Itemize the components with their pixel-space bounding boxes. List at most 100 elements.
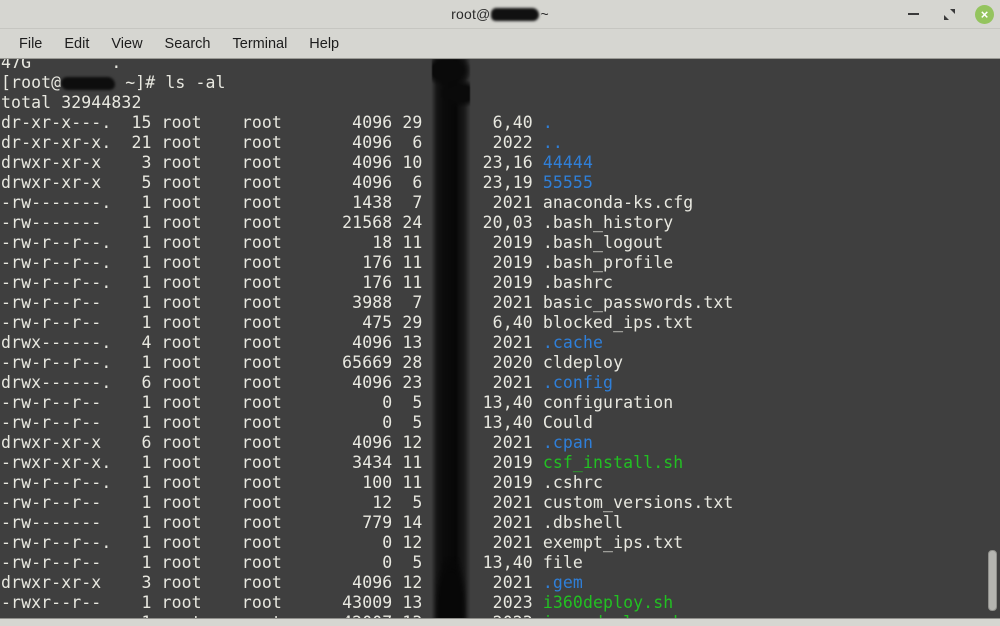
row-month-hidden xyxy=(422,473,482,492)
row-meta: drwxr-xr-x 5 root root 4096 6 xyxy=(1,173,423,192)
table-row: -rw-r--r-- 1 root root 12 5 2021 custom_… xyxy=(0,493,1000,513)
row-filename: . xyxy=(542,113,553,132)
row-month-hidden xyxy=(422,273,482,292)
table-row: dr-xr-x---. 15 root root 4096 29 6,40 . xyxy=(0,113,1000,133)
row-filename: .bashrc xyxy=(542,273,614,292)
row-month-hidden xyxy=(422,173,482,192)
terminal-screen[interactable]: 47G . [root@ ~]# ls -al total 32944832 dr-x… xyxy=(0,59,1000,626)
table-row: -rw-r--r--. 1 root root 18 11 2019 .bash… xyxy=(0,233,1000,253)
prompt-hostname-redaction xyxy=(61,77,116,90)
row-time: 2022 xyxy=(482,133,543,152)
table-row: drwxr-xr-x 5 root root 4096 6 23,19 5555… xyxy=(0,173,1000,193)
row-time: 13,40 xyxy=(482,553,543,572)
row-meta: drwx------. 4 root root 4096 13 xyxy=(1,333,423,352)
table-row: -rwxr--r-- 1 root root 43009 13 2023 i36… xyxy=(0,593,1000,613)
prompt-prefix: [root@ xyxy=(1,73,62,92)
row-time: 2021 xyxy=(482,333,543,352)
row-month-hidden xyxy=(422,113,482,132)
row-month-hidden xyxy=(422,533,482,552)
minimize-icon[interactable] xyxy=(903,4,923,24)
row-meta: -rw-r--r--. 1 root root 0 12 xyxy=(1,533,423,552)
row-meta: -rw-r--r--. 1 root root 176 11 xyxy=(1,253,423,272)
row-month-hidden xyxy=(422,413,482,432)
row-filename: file xyxy=(542,553,583,572)
menu-item-search[interactable]: Search xyxy=(154,33,222,55)
row-meta: dr-xr-x---. 15 root root 4096 29 xyxy=(1,113,423,132)
scrollback-partial-line: 47G . xyxy=(0,59,1000,73)
row-meta: -rw-r--r-- 1 root root 0 5 xyxy=(1,553,423,572)
row-time: 2019 xyxy=(482,233,543,252)
row-meta: -rwxr-xr-x. 1 root root 3434 11 xyxy=(1,453,423,472)
menu-item-help[interactable]: Help xyxy=(298,33,350,55)
row-meta: -rw-r--r-- 1 root root 3988 7 xyxy=(1,293,423,312)
terminal-output: 47G . [root@ ~]# ls -al total 32944832 dr-x… xyxy=(0,59,1000,626)
table-row: dr-xr-xr-x. 21 root root 4096 6 2022 .. xyxy=(0,133,1000,153)
row-month-hidden xyxy=(422,353,482,372)
table-row: -rw-r--r--. 1 root root 176 11 2019 .bas… xyxy=(0,273,1000,293)
row-time: 2021 xyxy=(482,433,543,452)
window-title-suffix: ~ xyxy=(540,6,549,22)
table-row: -rw------- 1 root root 779 14 2021 .dbsh… xyxy=(0,513,1000,533)
total-line: total 32944832 xyxy=(0,93,1000,113)
row-filename: cldeploy xyxy=(542,353,624,372)
row-time: 2021 xyxy=(482,373,543,392)
row-filename: 55555 xyxy=(542,173,593,192)
maximize-icon[interactable] xyxy=(939,4,959,24)
row-meta: dr-xr-xr-x. 21 root root 4096 6 xyxy=(1,133,423,152)
menu-item-terminal[interactable]: Terminal xyxy=(222,33,299,55)
close-button[interactable]: × xyxy=(975,4,994,24)
row-time: 20,03 xyxy=(482,213,543,232)
row-meta: -rw-r--r-- 1 root root 475 29 xyxy=(1,313,423,332)
row-filename: .. xyxy=(542,133,563,152)
row-meta: -rw-r--r-- 1 root root 0 5 xyxy=(1,413,423,432)
row-time: 2021 xyxy=(482,493,543,512)
menu-item-file[interactable]: File xyxy=(8,33,53,55)
row-meta: -rw-------. 1 root root 1438 7 xyxy=(1,193,423,212)
menu-item-edit[interactable]: Edit xyxy=(53,33,100,55)
row-filename: .cpan xyxy=(542,433,593,452)
row-time: 13,40 xyxy=(482,413,543,432)
row-filename: .dbshell xyxy=(542,513,624,532)
shell-command: ls -al xyxy=(165,73,226,92)
row-meta: -rw-r--r--. 1 root root 176 11 xyxy=(1,273,423,292)
scrollbar-thumb[interactable] xyxy=(988,550,997,611)
row-month-hidden xyxy=(422,553,482,572)
row-filename: configuration xyxy=(542,393,674,412)
row-month-hidden xyxy=(422,333,482,352)
row-time: 2019 xyxy=(482,453,543,472)
table-row: drwxr-xr-x 3 root root 4096 12 2021 .gem xyxy=(0,573,1000,593)
table-row: drwx------. 6 root root 4096 23 2021 .co… xyxy=(0,373,1000,393)
table-row: drwx------. 4 root root 4096 13 2021 .ca… xyxy=(0,333,1000,353)
row-time: 6,40 xyxy=(482,113,543,132)
terminal-scrollbar[interactable] xyxy=(985,59,1000,626)
row-month-hidden xyxy=(422,573,482,592)
row-filename: i360deploy.sh xyxy=(542,593,674,612)
row-filename: basic_passwords.txt xyxy=(542,293,734,312)
hostname-redaction xyxy=(491,8,540,21)
table-row: -rw-------. 1 root root 1438 7 2021 anac… xyxy=(0,193,1000,213)
row-meta: drwx------. 6 root root 4096 23 xyxy=(1,373,423,392)
row-meta: -rw------- 1 root root 779 14 xyxy=(1,513,423,532)
table-row: drwxr-xr-x 3 root root 4096 10 23,16 444… xyxy=(0,153,1000,173)
row-filename: Could xyxy=(542,413,593,432)
row-month-hidden xyxy=(422,453,482,472)
row-month-hidden xyxy=(422,593,482,612)
row-meta: -rw-r--r--. 1 root root 65669 28 xyxy=(1,353,423,372)
row-time: 6,40 xyxy=(482,313,543,332)
row-meta: -rw------- 1 root root 21568 24 xyxy=(1,213,423,232)
row-month-hidden xyxy=(422,293,482,312)
row-filename: blocked_ips.txt xyxy=(542,313,694,332)
table-row: -rw-r--r-- 1 root root 0 5 13,40 file xyxy=(0,553,1000,573)
table-row: -rw-r--r-- 1 root root 3988 7 2021 basic… xyxy=(0,293,1000,313)
window-title-prefix: root@ xyxy=(451,6,491,22)
title-bar: root@ ~ × xyxy=(0,0,1000,29)
row-month-hidden xyxy=(422,373,482,392)
menu-item-view[interactable]: View xyxy=(100,33,153,55)
row-meta: -rwxr--r-- 1 root root 43009 13 xyxy=(1,593,423,612)
row-time: 2021 xyxy=(482,533,543,552)
table-row: drwxr-xr-x 6 root root 4096 12 2021 .cpa… xyxy=(0,433,1000,453)
menu-bar: File Edit View Search Terminal Help xyxy=(0,29,1000,59)
row-month-hidden xyxy=(422,233,482,252)
row-time: 13,40 xyxy=(482,393,543,412)
row-filename: .cache xyxy=(542,333,604,352)
